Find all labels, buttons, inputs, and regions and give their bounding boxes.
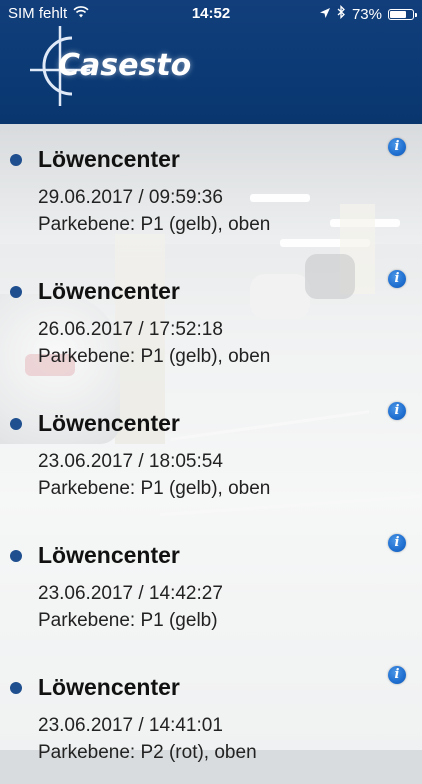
app-header: SIM fehlt 14:52 73% Casesto [0,0,422,124]
entry-title: Löwencenter [38,278,180,304]
list-item[interactable]: Löwencenter i 23.06.2017 / 18:05:54 Park… [0,388,422,520]
entry-location: Parkebene: P1 (gelb), oben [38,478,271,499]
entry-title: Löwencenter [38,410,180,436]
entry-datetime: 23.06.2017 / 14:41:01 [38,715,223,736]
entry-datetime: 23.06.2017 / 18:05:54 [38,451,223,472]
list-item[interactable]: Löwencenter i 29.06.2017 / 09:59:36 Park… [0,124,422,256]
entry-location: Parkebene: P1 (gelb) [38,610,218,631]
status-right: 73% [319,4,417,23]
bullet-dot [10,286,22,298]
info-icon[interactable]: i [388,402,406,420]
casesto-logo: Casesto [30,26,210,106]
battery-icon [388,8,417,20]
location-arrow-icon [319,6,331,23]
bullet-dot [10,418,22,430]
entry-title: Löwencenter [38,542,180,568]
bullet-dot [10,154,22,166]
list-item[interactable]: Löwencenter i 23.06.2017 / 14:41:01 Park… [0,652,422,784]
bluetooth-icon [337,4,346,23]
entry-datetime: 29.06.2017 / 09:59:36 [38,187,223,208]
parking-history-list: Löwencenter i 29.06.2017 / 09:59:36 Park… [0,124,422,763]
entry-title: Löwencenter [38,674,180,700]
info-icon[interactable]: i [388,270,406,288]
entry-datetime: 26.06.2017 / 17:52:18 [38,319,223,340]
entry-datetime: 23.06.2017 / 14:42:27 [38,583,223,604]
battery-percent: 73% [351,5,382,23]
bullet-dot [10,550,22,562]
entry-location: Parkebene: P1 (gelb), oben [38,346,271,367]
info-icon[interactable]: i [388,534,406,552]
logo-wordmark: Casesto [58,48,192,83]
entry-location: Parkebene: P1 (gelb), oben [38,214,271,235]
entry-location: Parkebene: P2 (rot), oben [38,742,257,763]
info-icon[interactable]: i [388,666,406,684]
entry-title: Löwencenter [38,146,180,172]
list-item[interactable]: Löwencenter i 23.06.2017 / 14:42:27 Park… [0,520,422,652]
list-item[interactable]: Löwencenter i 26.06.2017 / 17:52:18 Park… [0,256,422,388]
info-icon[interactable]: i [388,138,406,156]
status-bar: SIM fehlt 14:52 73% [0,0,422,28]
bullet-dot [10,682,22,694]
